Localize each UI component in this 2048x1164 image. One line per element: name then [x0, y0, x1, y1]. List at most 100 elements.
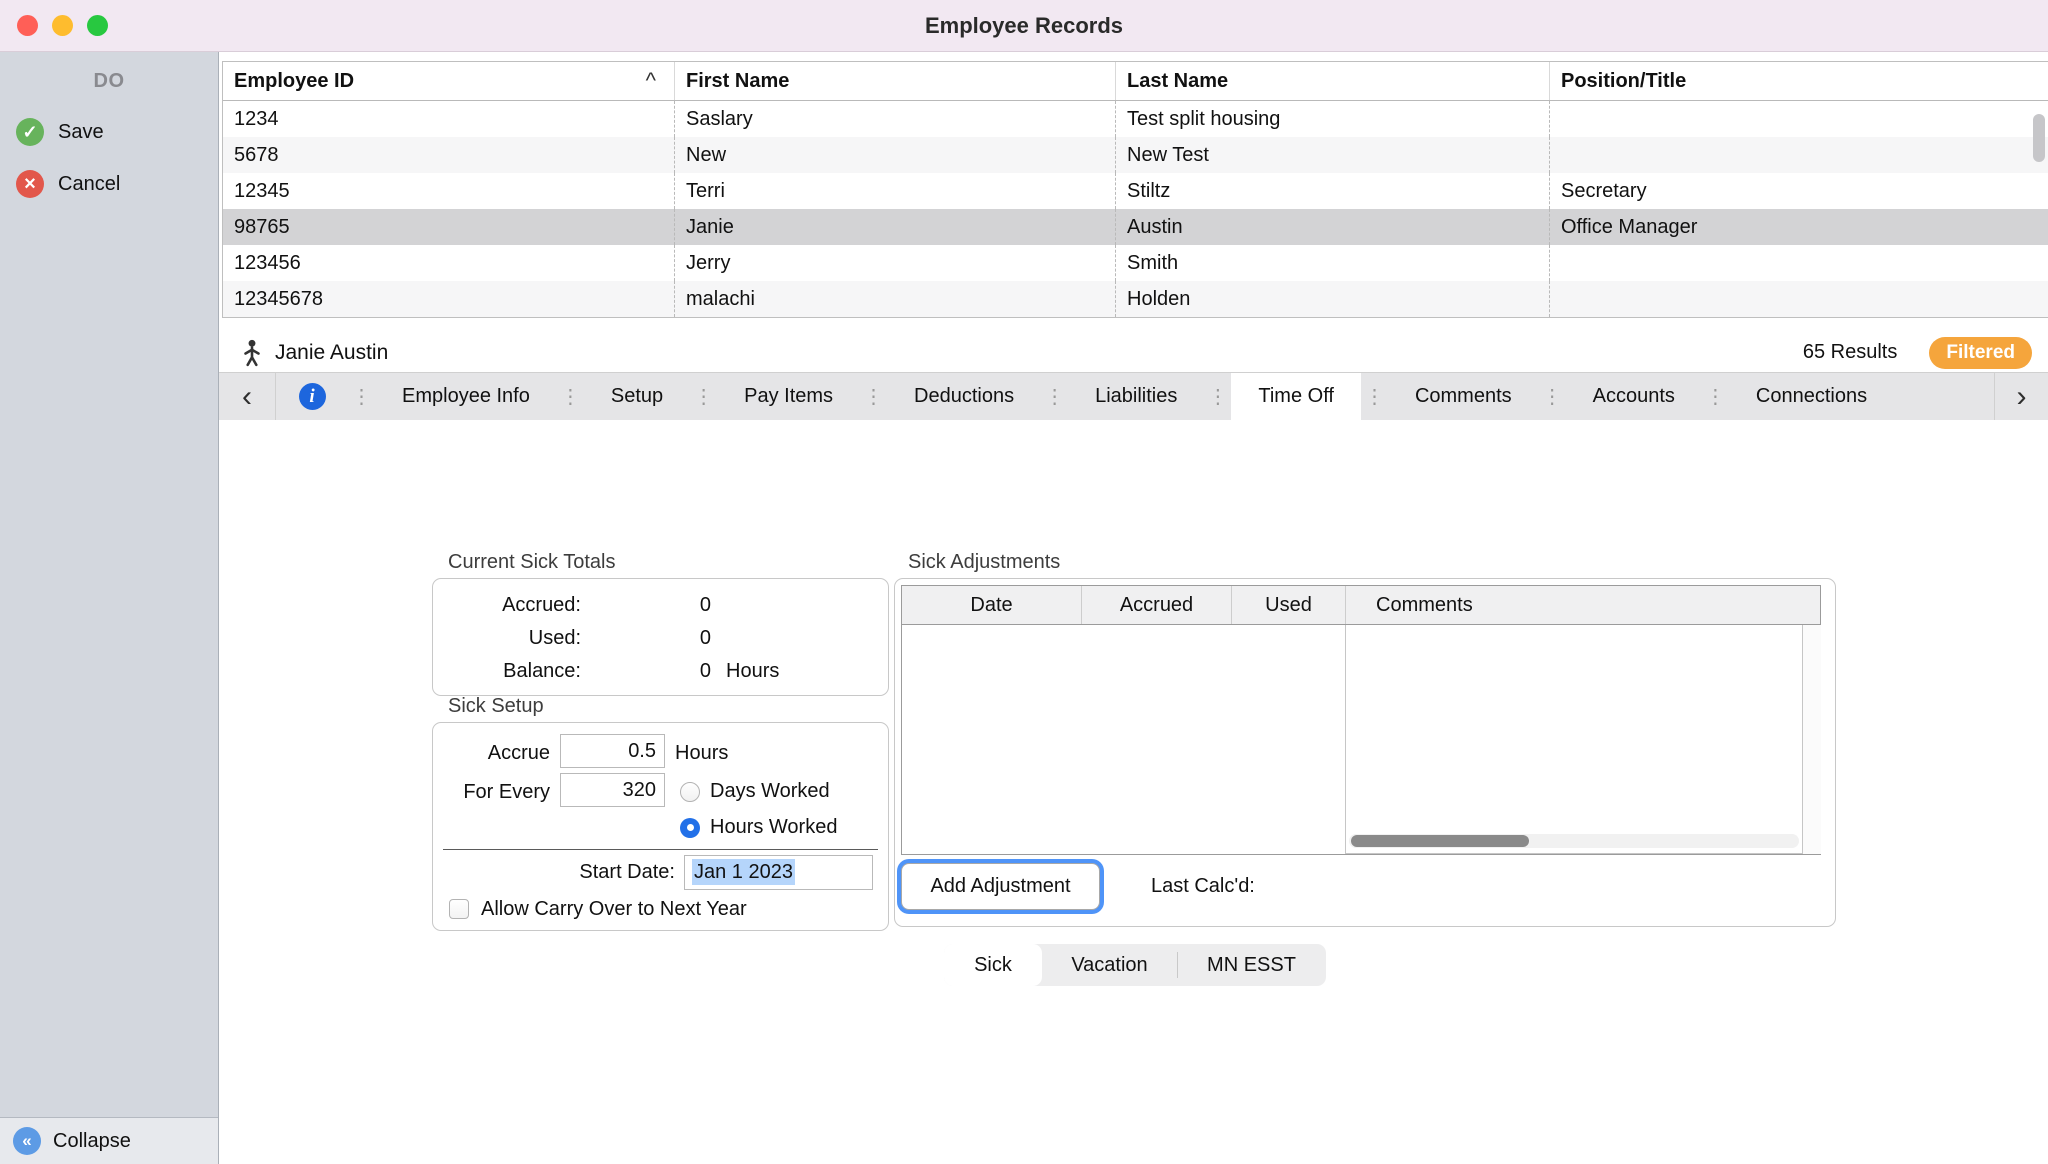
cancel-x-icon: × [16, 170, 44, 198]
tab-comments[interactable]: Comments [1388, 373, 1539, 420]
tab-setup[interactable]: Setup [584, 373, 690, 420]
tab-employee-info[interactable]: Employee Info [375, 373, 557, 420]
tab-connections[interactable]: Connections [1729, 373, 1894, 420]
tab-separator-icon: ⋮ [693, 386, 714, 408]
for-every-label: For Every [463, 781, 550, 803]
table-row[interactable]: 12345 Terri Stiltz Secretary [223, 173, 2048, 209]
collapse-button[interactable]: « Collapse [0, 1117, 218, 1164]
cell-last-name: Smith [1116, 245, 1550, 281]
hours-worked-radio[interactable] [680, 817, 700, 838]
days-worked-radio[interactable] [680, 781, 700, 802]
balance-unit: Hours [726, 660, 780, 682]
cell-employee-id: 98765 [223, 209, 675, 245]
horizontal-scrollbar-thumb[interactable] [1351, 835, 1529, 847]
table-row[interactable]: 1234 Saslary Test split housing [223, 101, 2048, 137]
current-sick-totals-title: Current Sick Totals [448, 551, 616, 573]
tab-pay-items[interactable]: Pay Items [717, 373, 860, 420]
carry-over-option: Allow Carry Over to Next Year [449, 895, 747, 923]
tab-scroll-left-button[interactable]: ‹ [219, 373, 276, 420]
info-icon: i [298, 383, 326, 410]
tab-separator-icon: ⋮ [1364, 386, 1385, 408]
start-date-label: Start Date: [579, 861, 675, 883]
sidebar: DO ✓ Save × Cancel « Collapse [0, 52, 219, 1164]
sick-adjustments-body [902, 625, 1821, 854]
close-button[interactable] [17, 15, 38, 36]
tab-separator-icon: ⋮ [1044, 386, 1065, 408]
hours-worked-label: Hours Worked [710, 816, 838, 838]
tab-separator-icon: ⋮ [560, 386, 581, 408]
save-button[interactable]: ✓ Save [0, 114, 218, 150]
main-area: Employee ID ^ First Name Last Name Posit… [219, 52, 2048, 1164]
current-sick-totals-box: Accrued: 0 Used: 0 Balance: 0 Hours [432, 578, 889, 696]
cell-employee-id: 1234 [223, 101, 675, 137]
tab-liabilities[interactable]: Liabilities [1068, 373, 1204, 420]
used-label: Used: [528, 627, 581, 649]
cell-last-name: Stiltz [1116, 173, 1550, 209]
totals-row-balance: Balance: 0 Hours [433, 655, 888, 688]
subtab-mn-esst[interactable]: MN ESST [1178, 944, 1325, 986]
save-check-icon: ✓ [16, 118, 44, 146]
add-adjustment-button[interactable]: Add Adjustment [901, 863, 1100, 910]
tab-time-off[interactable]: Time Off [1231, 373, 1361, 420]
carry-over-label: Allow Carry Over to Next Year [481, 897, 747, 920]
tab-scroll-right-button[interactable]: › [1994, 373, 2048, 420]
cell-last-name: Test split housing [1116, 101, 1550, 137]
last-calcd-label: Last Calc'd: [1151, 875, 1255, 897]
adj-column-comments: Comments [1376, 593, 1473, 616]
adj-column-date: Date [902, 586, 1082, 624]
tab-accounts[interactable]: Accounts [1566, 373, 1702, 420]
subtab-sick[interactable]: Sick [944, 944, 1042, 986]
current-record-name: Janie Austin [275, 340, 389, 364]
column-header-last-name[interactable]: Last Name [1116, 62, 1550, 100]
tab-info[interactable]: i [276, 373, 348, 420]
sick-setup-box: Accrue 0.5 Hours For Every 320 Days Work… [432, 722, 889, 931]
setup-divider [443, 849, 878, 850]
cell-first-name: Janie [675, 209, 1116, 245]
minimize-button[interactable] [52, 15, 73, 36]
accrue-label: Accrue [487, 742, 550, 764]
tab-separator-icon: ⋮ [1207, 386, 1228, 408]
cell-last-name: Austin [1116, 209, 1550, 245]
table-row[interactable]: 123456 Jerry Smith [223, 245, 2048, 281]
collapse-chevrons-icon: « [13, 1127, 41, 1155]
hours-worked-option: Hours Worked [680, 816, 837, 839]
cell-employee-id: 12345 [223, 173, 675, 209]
column-header-position[interactable]: Position/Title [1550, 62, 2048, 100]
filtered-badge[interactable]: Filtered [1929, 336, 2032, 369]
results-count: 65 Results [1802, 341, 1898, 363]
person-icon [241, 339, 263, 367]
cell-employee-id: 123456 [223, 245, 675, 281]
days-worked-option: Days Worked [680, 780, 830, 803]
table-scrollbar-thumb[interactable] [2033, 114, 2045, 162]
comments-field[interactable] [1345, 625, 1803, 854]
start-date-input[interactable]: Jan 1 2023 [684, 855, 873, 890]
tab-deductions[interactable]: Deductions [887, 373, 1041, 420]
for-every-input[interactable]: 320 [560, 773, 665, 807]
accrue-input[interactable]: 0.5 [560, 734, 665, 768]
time-off-subtabs: Sick Vacation MN ESST [944, 944, 1326, 986]
tab-separator-icon: ⋮ [863, 386, 884, 408]
cell-employee-id: 5678 [223, 137, 675, 173]
column-header-employee-id[interactable]: Employee ID ^ [223, 62, 675, 100]
table-row[interactable]: 12345678 malachi Holden [223, 281, 2048, 317]
balance-label: Balance: [503, 660, 581, 682]
cell-position [1550, 101, 2048, 137]
totals-row-used: Used: 0 [433, 622, 888, 655]
vertical-scrollbar-track [1803, 625, 1821, 854]
subtab-vacation[interactable]: Vacation [1042, 944, 1177, 986]
table-row[interactable]: 5678 New New Test [223, 137, 2048, 173]
column-label-last-name: Last Name [1127, 69, 1229, 92]
column-label-position: Position/Title [1561, 69, 1687, 92]
column-header-first-name[interactable]: First Name [675, 62, 1116, 100]
titlebar: Employee Records [0, 0, 2048, 52]
sick-adjustments-box: Date Accrued Used Comments Add Adjustmen… [894, 578, 1836, 927]
horizontal-scrollbar [1349, 834, 1799, 848]
column-label-first-name: First Name [686, 69, 790, 92]
zoom-button[interactable] [87, 15, 108, 36]
table-row-selected[interactable]: 98765 Janie Austin Office Manager [223, 209, 2048, 245]
cancel-button[interactable]: × Cancel [0, 166, 218, 202]
cell-last-name: Holden [1116, 281, 1550, 317]
record-bar: Janie Austin 65 Results Filtered [219, 333, 2048, 372]
carry-over-checkbox[interactable] [449, 899, 469, 919]
cell-employee-id: 12345678 [223, 281, 675, 317]
